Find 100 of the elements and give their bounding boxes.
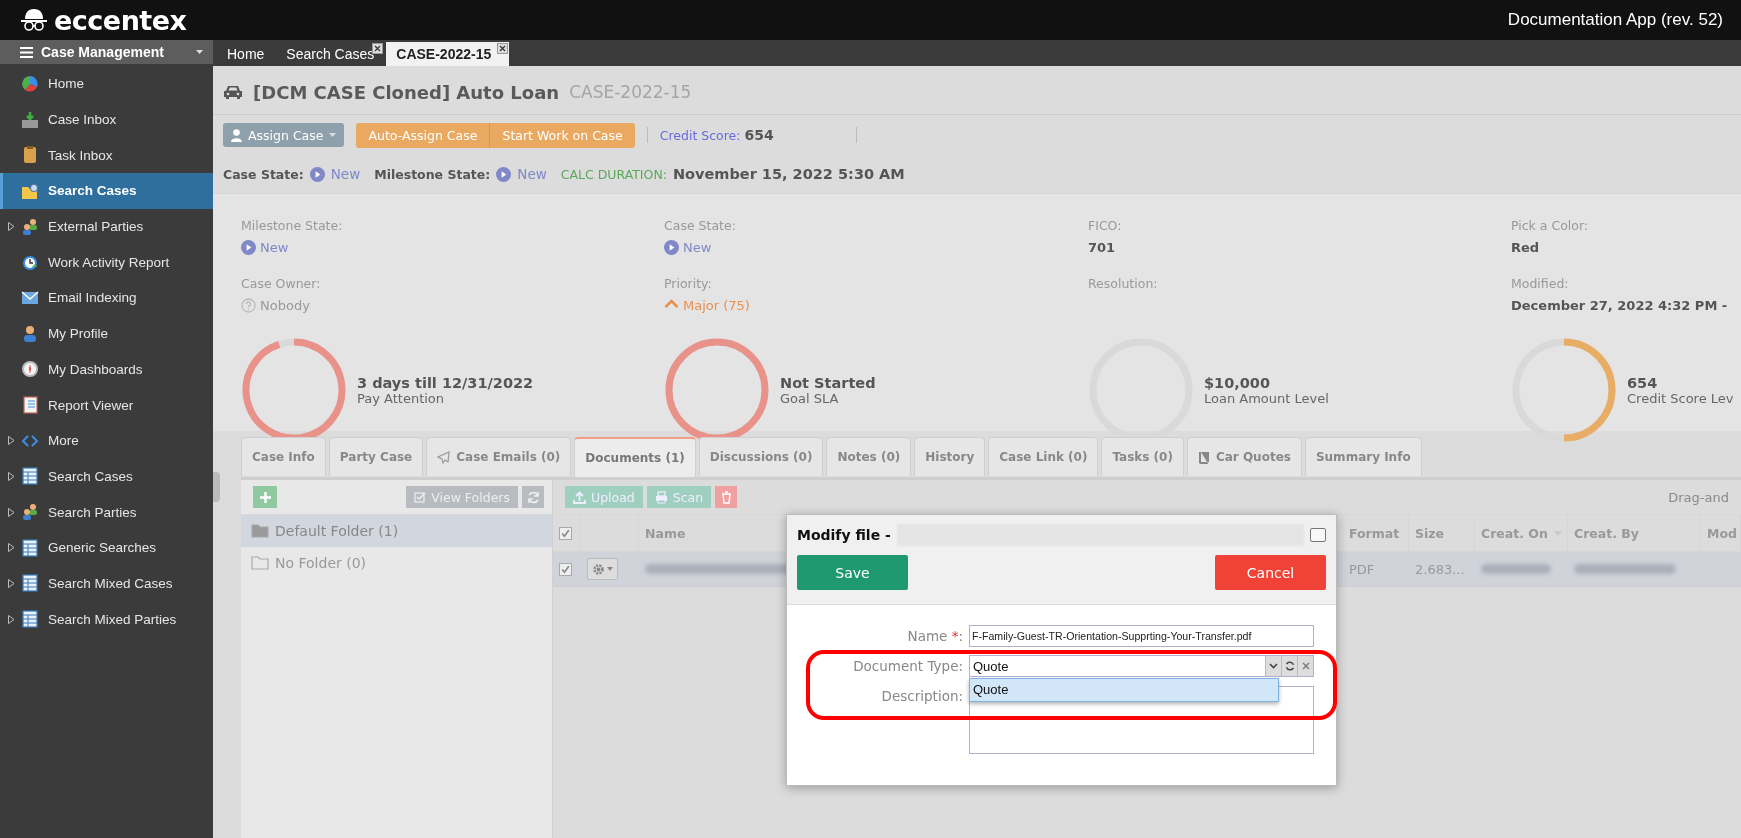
detail-tab[interactable]: Case Emails (0) bbox=[426, 437, 572, 476]
close-icon bbox=[1301, 662, 1310, 670]
sidebar-item[interactable]: External Parties bbox=[0, 208, 213, 245]
detail-tab[interactable]: Tasks (0) bbox=[1101, 437, 1184, 476]
sidebar-item[interactable]: Search Cases bbox=[0, 173, 213, 209]
sidebar-item[interactable]: My Dashboards bbox=[0, 351, 213, 388]
sidebar-item[interactable]: Search Parties bbox=[0, 494, 213, 530]
column-header[interactable]: Creat. On bbox=[1481, 525, 1548, 541]
detail-tab[interactable]: Discussions (0) bbox=[698, 437, 824, 476]
case-title: [DCM CASE Cloned] Auto Loan bbox=[253, 81, 560, 103]
paper-plane-icon bbox=[437, 450, 451, 464]
folder-item[interactable]: No Folder (0) bbox=[241, 547, 552, 579]
detail-tab[interactable]: Case Info bbox=[241, 437, 326, 476]
detail-tab[interactable]: Car Quotes bbox=[1186, 437, 1302, 476]
sidebar-item[interactable]: Case Inbox bbox=[0, 101, 213, 138]
compass-icon bbox=[21, 360, 39, 379]
expand-arrow-icon[interactable] bbox=[8, 578, 15, 588]
sidebar-item[interactable]: Task Inbox bbox=[0, 137, 213, 174]
detail-tab[interactable]: Notes (0) bbox=[826, 437, 912, 476]
expand-arrow-icon[interactable] bbox=[8, 436, 15, 446]
folder-icon bbox=[251, 524, 269, 538]
sidebar-item[interactable]: Search Cases bbox=[0, 458, 213, 495]
clear-button[interactable] bbox=[1297, 656, 1313, 676]
gauge-title: Not Started bbox=[780, 374, 876, 391]
dropdown-button[interactable] bbox=[1265, 656, 1281, 676]
menu-icon bbox=[20, 46, 33, 58]
page-tab[interactable]: Search Cases bbox=[276, 42, 385, 66]
collapse-handle[interactable] bbox=[213, 472, 220, 502]
close-icon[interactable] bbox=[497, 43, 509, 54]
gauge-caption: Pay Attention bbox=[357, 390, 446, 406]
action-button[interactable]: Auto-Assign Case bbox=[356, 122, 491, 148]
field-value: December 27, 2022 4:32 PM - bbox=[1511, 298, 1729, 315]
sidebar-item[interactable]: My Profile bbox=[0, 315, 213, 352]
blurred-text bbox=[1481, 564, 1551, 574]
column-header[interactable]: Name bbox=[645, 525, 686, 541]
pie-chart-icon bbox=[21, 74, 39, 93]
gear-menu-button[interactable] bbox=[587, 558, 618, 580]
detail-tab[interactable]: Summary Info bbox=[1304, 437, 1422, 476]
expand-arrow-icon[interactable] bbox=[8, 543, 15, 553]
expand-arrow-icon[interactable] bbox=[8, 222, 15, 232]
assign-case-button[interactable]: Assign Case bbox=[223, 123, 345, 147]
close-icon[interactable] bbox=[372, 43, 384, 54]
caret-icon bbox=[196, 50, 203, 54]
sidebar-item[interactable]: Email Indexing bbox=[0, 280, 213, 316]
dropdown-option[interactable]: Quote bbox=[969, 678, 1279, 702]
field-value: Red bbox=[1511, 240, 1541, 257]
field-label: Name *: bbox=[906, 627, 963, 646]
folder-item[interactable]: Default Folder (1) bbox=[241, 515, 552, 547]
sidebar-item[interactable]: Work Activity Report bbox=[0, 244, 213, 281]
field-label: Description: bbox=[880, 687, 963, 706]
sidebar-item[interactable]: Home bbox=[0, 66, 213, 102]
checkbox[interactable] bbox=[559, 562, 572, 576]
maximize-icon[interactable] bbox=[1310, 528, 1326, 542]
caret-icon bbox=[607, 567, 613, 571]
page-tab[interactable]: CASE-2022-15 bbox=[386, 42, 510, 66]
expand-arrow-icon[interactable] bbox=[8, 614, 15, 624]
sidebar-item[interactable]: Report Viewer bbox=[0, 387, 213, 423]
clock-icon bbox=[21, 253, 39, 272]
name-input-field[interactable]: F-Family-Guest-TR-Orientation-Supprting-Your-Transfer.pdf bbox=[969, 625, 1314, 647]
detail-tab[interactable]: Party Case bbox=[328, 437, 424, 476]
table-cell: PDF bbox=[1343, 552, 1409, 587]
play-icon bbox=[309, 166, 325, 182]
field-value: New bbox=[241, 240, 664, 276]
gear-icon bbox=[592, 562, 605, 576]
gauge-title: 654 bbox=[1627, 374, 1659, 391]
sidebar-item[interactable]: More bbox=[0, 422, 213, 459]
column-header[interactable]: Size bbox=[1415, 525, 1445, 541]
sidebar-item[interactable]: Search Mixed Cases bbox=[0, 565, 213, 602]
gauge-caption: Credit Score Lev bbox=[1627, 390, 1734, 406]
sidebar-item[interactable]: Generic Searches bbox=[0, 529, 213, 566]
save-button[interactable]: Save bbox=[797, 555, 908, 590]
book-icon bbox=[1197, 450, 1210, 464]
column-header[interactable]: Mod bbox=[1707, 525, 1737, 541]
document-type-select[interactable]: Quote bbox=[969, 655, 1314, 677]
state-label: Case State: bbox=[223, 166, 304, 182]
sidebar-item[interactable]: Search Mixed Parties bbox=[0, 601, 213, 637]
action-button[interactable]: Start Work on Case bbox=[490, 122, 635, 148]
checkbox[interactable] bbox=[559, 526, 572, 540]
detail-tab[interactable]: History bbox=[914, 437, 986, 476]
menu-header[interactable]: Case Management bbox=[0, 40, 213, 64]
field-label: Pick a Color: bbox=[1511, 218, 1590, 235]
expand-arrow-icon[interactable] bbox=[8, 507, 15, 517]
cancel-button[interactable]: Cancel bbox=[1215, 555, 1326, 590]
upload-icon bbox=[573, 490, 586, 504]
column-header[interactable]: Creat. By bbox=[1574, 525, 1639, 541]
refresh-button[interactable] bbox=[1281, 656, 1297, 676]
detail-tab[interactable]: Documents (1) bbox=[574, 437, 696, 477]
field-value: 701 bbox=[1088, 240, 1117, 257]
detail-tab[interactable]: Case Link (0) bbox=[988, 437, 1099, 476]
expand-arrow-icon[interactable] bbox=[8, 471, 15, 481]
drag-drop-hint: Drag-and bbox=[1668, 489, 1729, 505]
play-icon bbox=[664, 240, 679, 255]
app-title: Documentation App (rev. 52) bbox=[1507, 10, 1723, 30]
field-value: New bbox=[664, 240, 1088, 276]
column-header[interactable]: Format bbox=[1349, 525, 1400, 541]
field-label: Case Owner: bbox=[241, 276, 322, 293]
page-tab[interactable]: Home bbox=[217, 42, 275, 66]
gauge-caption: Loan Amount Level bbox=[1204, 390, 1329, 406]
play-icon bbox=[496, 166, 512, 182]
people-icon bbox=[21, 217, 39, 236]
